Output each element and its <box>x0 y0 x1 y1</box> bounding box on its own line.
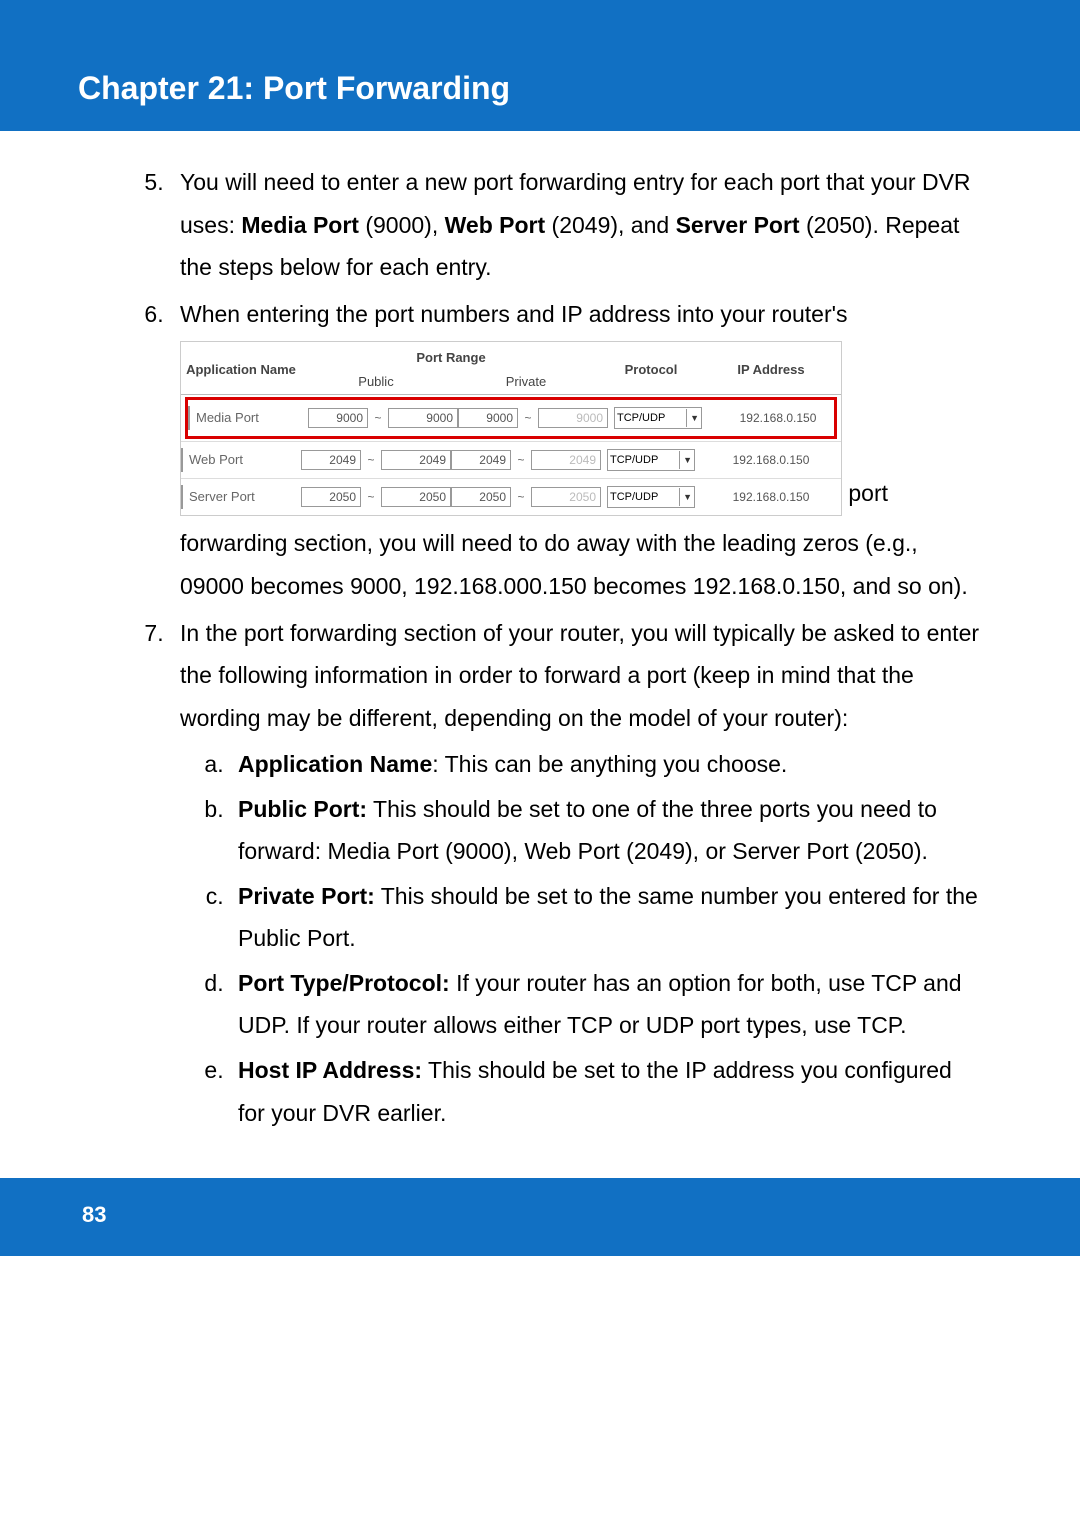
col-public: Public <box>301 370 451 394</box>
router-rows: Media Port 9000 ~ 9000 9000 ~ 9000 TCP/U… <box>181 394 841 515</box>
text: : This can be anything you choose. <box>432 751 787 777</box>
router-table-figure: Application Name Port Range Protocol IP … <box>180 341 842 516</box>
bold-label: Public Port: <box>238 796 367 822</box>
instruction-item-5: You will need to enter a new port forwar… <box>170 161 980 289</box>
col-ip: IP Address <box>701 346 841 394</box>
tilde-icon: ~ <box>361 486 381 508</box>
chevron-down-icon: ▼ <box>679 488 692 506</box>
instruction-item-6: When entering the port numbers and IP ad… <box>170 293 980 608</box>
chapter-header: Chapter 21: Port Forwarding <box>0 56 1080 131</box>
tilde-icon: ~ <box>511 486 531 508</box>
sub-item-e: Host IP Address: This should be set to t… <box>230 1049 980 1134</box>
sub-item-b: Public Port: This should be set to one o… <box>230 788 980 873</box>
private-end-input[interactable]: 2049 <box>531 450 601 470</box>
chevron-down-icon: ▼ <box>686 409 699 427</box>
public-end-input[interactable]: 2050 <box>381 487 451 507</box>
page-content: You will need to enter a new port forwar… <box>0 131 1080 1178</box>
protocol-value: TCP/UDP <box>610 488 658 506</box>
page-number: 83 <box>82 1202 106 1227</box>
col-port-range: Port Range <box>301 346 601 370</box>
tilde-icon: ~ <box>368 407 388 429</box>
bold-web-port: Web Port <box>445 212 546 238</box>
row-name: Server Port <box>181 485 301 509</box>
text: When entering the port numbers and IP ad… <box>180 301 848 327</box>
bold-label: Host IP Address: <box>238 1057 422 1083</box>
col-protocol: Protocol <box>601 346 701 394</box>
instruction-item-7: In the port forwarding section of your r… <box>170 612 980 1135</box>
router-header-row-1: Application Name Port Range Protocol IP … <box>181 342 841 394</box>
protocol-value: TCP/UDP <box>617 409 665 427</box>
router-row: Media Port 9000 ~ 9000 9000 ~ 9000 TCP/U… <box>188 400 834 436</box>
instruction-list: You will need to enter a new port forwar… <box>100 161 980 1134</box>
protocol-select[interactable]: TCP/UDP ▼ <box>607 486 695 508</box>
router-row-highlight: Media Port 9000 ~ 9000 9000 ~ 9000 TCP/U… <box>185 397 837 439</box>
public-end-input[interactable]: 9000 <box>388 408 458 428</box>
row-name: Media Port <box>188 406 308 430</box>
public-start-input[interactable]: 9000 <box>308 408 368 428</box>
sub-item-d: Port Type/Protocol: If your router has a… <box>230 962 980 1047</box>
text: (2049), and <box>545 212 675 238</box>
public-start-input[interactable]: 2049 <box>301 450 361 470</box>
router-row: Web Port 2049 ~ 2049 2049 ~ 2049 TCP/UDP… <box>181 441 841 478</box>
bold-media-port: Media Port <box>241 212 359 238</box>
router-row: Server Port 2050 ~ 2050 2050 ~ 2050 TCP/… <box>181 478 841 515</box>
ip-value: 192.168.0.150 <box>708 407 848 429</box>
bold-server-port: Server Port <box>676 212 800 238</box>
tilde-icon: ~ <box>361 449 381 471</box>
chevron-down-icon: ▼ <box>679 451 692 469</box>
private-end-input[interactable]: 9000 <box>538 408 608 428</box>
public-end-input[interactable]: 2049 <box>381 450 451 470</box>
text: In the port forwarding section of your r… <box>180 620 979 731</box>
public-start-input[interactable]: 2050 <box>301 487 361 507</box>
tilde-icon: ~ <box>518 407 538 429</box>
header-top-margin <box>0 0 1080 56</box>
protocol-select[interactable]: TCP/UDP ▼ <box>614 407 702 429</box>
protocol-select[interactable]: TCP/UDP ▼ <box>607 449 695 471</box>
ip-value: 192.168.0.150 <box>701 449 841 471</box>
row-name: Web Port <box>181 448 301 472</box>
private-start-input[interactable]: 9000 <box>458 408 518 428</box>
text: (9000), <box>359 212 445 238</box>
bold-label: Port Type/Protocol: <box>238 970 450 996</box>
private-end-input[interactable]: 2050 <box>531 487 601 507</box>
ip-value: 192.168.0.150 <box>701 486 841 508</box>
sub-item-c: Private Port: This should be set to the … <box>230 875 980 960</box>
sub-item-a: Application Name: This can be anything y… <box>230 743 980 786</box>
tilde-icon: ~ <box>511 449 531 471</box>
protocol-value: TCP/UDP <box>610 451 658 469</box>
page-footer: 83 <box>0 1178 1080 1256</box>
bold-label: Application Name <box>238 751 432 777</box>
sub-list: Application Name: This can be anything y… <box>180 743 980 1134</box>
private-start-input[interactable]: 2049 <box>451 450 511 470</box>
private-start-input[interactable]: 2050 <box>451 487 511 507</box>
col-app-name: Application Name <box>181 346 301 394</box>
bold-label: Private Port: <box>238 883 375 909</box>
col-private: Private <box>451 370 601 394</box>
